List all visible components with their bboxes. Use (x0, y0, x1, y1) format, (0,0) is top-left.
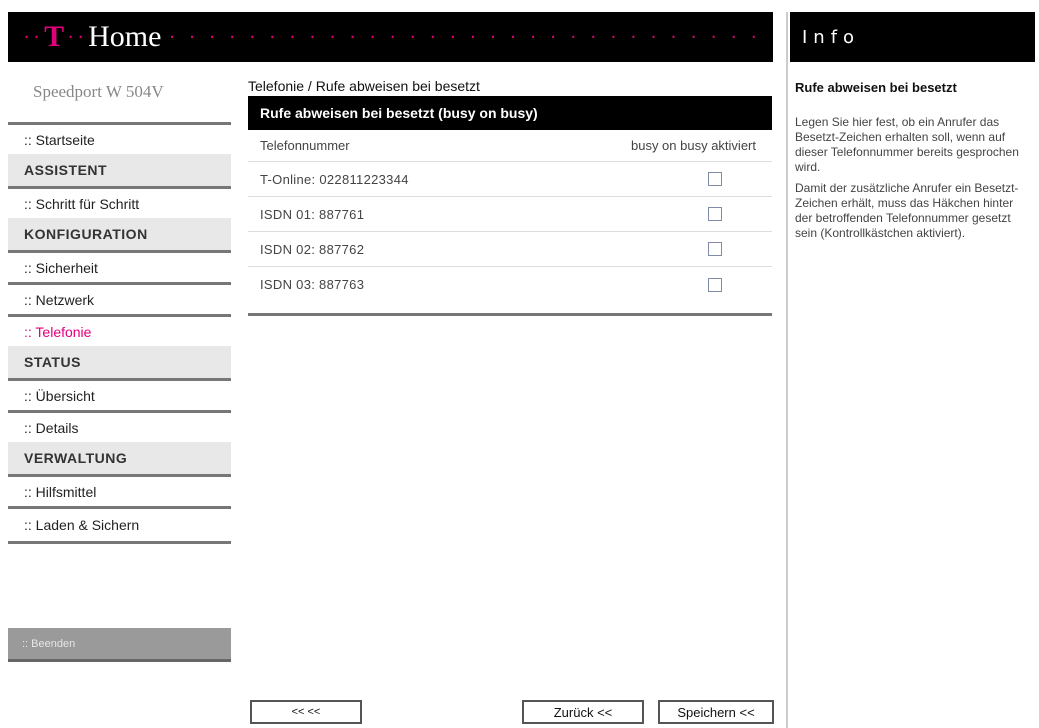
info-paragraph-2: Damit der zusätzliche Anrufer ein Besetz… (795, 181, 1019, 240)
busy-on-busy-checkbox[interactable] (708, 277, 722, 292)
sidebar-item-telefonie[interactable]: :: Telefonie (8, 314, 231, 346)
home-title[interactable]: Home (88, 20, 161, 54)
sidebar-section-verwaltung: VERWALTUNG (8, 442, 231, 474)
busy-on-busy-checkbox[interactable] (708, 172, 722, 186)
section-title: Rufe abweisen bei besetzt (busy on busy) (248, 96, 772, 130)
phone-number: T-Online: 022811223344 (260, 171, 409, 187)
sidebar-item-hilfsmittel[interactable]: :: Hilfsmittel (8, 474, 231, 506)
table-row: ISDN 03: 887763 (248, 267, 772, 302)
sidebar-section-konfiguration: KONFIGURATION (8, 218, 231, 250)
number-table: T-Online: 022811223344 ISDN 01: 887761 ISD… (248, 162, 772, 302)
table-row: ISDN 02: 887762 (248, 232, 772, 267)
sidebar-item-schritt-für-schritt[interactable]: :: Schritt für Schritt (8, 186, 231, 218)
info-panel: Rufe abweisen bei besetzt Legen Sie hier… (795, 62, 1035, 241)
table-header: Telefonnummer busy on busy aktiviert (248, 130, 772, 162)
device-brand: Speedport W 504V (33, 82, 164, 101)
sidebar-nav: :: Startseite ASSISTENT:: Schritt für Sch… (8, 122, 231, 544)
sidebar-item-details[interactable]: :: Details (8, 410, 231, 442)
busy-on-busy-checkbox[interactable] (708, 242, 722, 256)
phone-number: ISDN 01: 887761 (260, 206, 365, 222)
sidebar-item-startseite[interactable]: :: Startseite (8, 122, 231, 154)
info-header: Info (790, 12, 1035, 62)
sidebar-item-übersicht[interactable]: :: Übersicht (8, 378, 231, 410)
info-title: Rufe abweisen bei besetzt (795, 80, 957, 95)
phone-number: ISDN 03: 887763 (260, 277, 365, 292)
header-dots-right: · · · · · · · · · · · · · · · · · · · · … (167, 28, 773, 46)
breadcrumb: Telefonie / Rufe abweisen bei besetzt (248, 78, 480, 94)
back-button[interactable]: << << (250, 700, 362, 724)
logout-button[interactable]: :: Beenden (8, 628, 231, 662)
main-content: Telefonie / Rufe abweisen bei besetzt Ru… (248, 62, 772, 316)
table-row: ISDN 01: 887761 (248, 197, 772, 232)
header-dots-mid: ·· (66, 28, 87, 46)
save-button[interactable]: Speichern << (658, 700, 774, 724)
busy-on-busy-checkbox[interactable] (708, 207, 722, 221)
sidebar: Speedport W 504V :: Startseite ASSISTENT:… (8, 62, 231, 728)
sidebar-item-netzwerk[interactable]: :: Netzwerk (8, 282, 231, 314)
column-header-active: busy on busy aktiviert (630, 138, 756, 153)
telekom-logo-icon[interactable]: T (44, 20, 64, 54)
table-row: T-Online: 022811223344 (248, 162, 772, 197)
sidebar-item-laden-sichern[interactable]: :: Laden & Sichern (8, 506, 231, 544)
panel-divider (786, 12, 788, 728)
previous-button[interactable]: Zurück << (522, 700, 644, 724)
column-header-number: Telefonnummer (260, 138, 350, 153)
header-dots-left: ·· (22, 28, 43, 46)
sidebar-item-sicherheit[interactable]: :: Sicherheit (8, 250, 231, 282)
top-header-bar: ·· T ·· Home · · · · · · · · · · · · · ·… (8, 12, 773, 62)
phone-number: ISDN 02: 887762 (260, 241, 365, 257)
info-paragraph-1: Legen Sie hier fest, ob ein Anrufer das … (795, 115, 1019, 174)
sidebar-section-status: STATUS (8, 346, 231, 378)
table-divider (248, 302, 772, 316)
sidebar-section-assistent: ASSISTENT (8, 154, 231, 186)
